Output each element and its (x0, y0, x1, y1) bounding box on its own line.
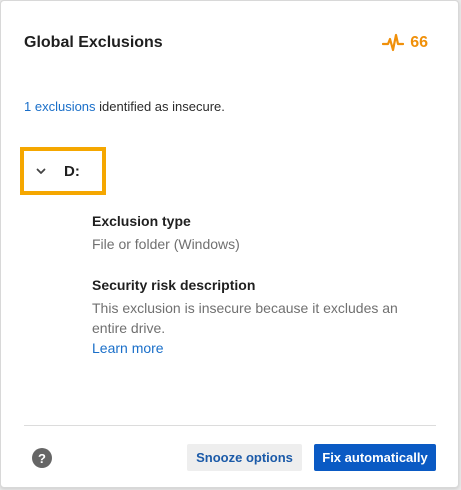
fix-automatically-button[interactable]: Fix automatically (314, 444, 436, 471)
snooze-options-button[interactable]: Snooze options (187, 444, 302, 471)
risk-section: Security risk description This exclusion… (92, 277, 432, 358)
risk-score: 66 (382, 33, 428, 53)
summary-rest: identified as insecure. (95, 99, 225, 114)
exclusions-card: Global Exclusions 66 1 exclusions identi… (0, 0, 459, 488)
risk-description: This exclusion is insecure because it ex… (92, 300, 398, 336)
exclusion-type-label: Exclusion type (92, 213, 191, 229)
score-value: 66 (410, 34, 428, 51)
pulse-icon (382, 33, 405, 53)
question-circle-icon[interactable]: ? (32, 448, 52, 468)
drive-label: D: (64, 162, 80, 180)
drive-toggle[interactable]: D: (20, 147, 106, 195)
exclusion-type-value: File or folder (Windows) (92, 236, 240, 252)
exclusion-type-section: Exclusion type File or folder (Windows) (92, 213, 240, 254)
help-glyph: ? (38, 450, 46, 466)
summary-text: 1 exclusions identified as insecure. (24, 99, 225, 114)
card-title: Global Exclusions (24, 34, 163, 51)
exclusions-count-link[interactable]: 1 exclusions (24, 99, 96, 114)
card-header: Global Exclusions 66 (24, 31, 428, 55)
chevron-down-icon[interactable] (36, 168, 46, 175)
footer-divider (24, 425, 436, 426)
risk-label: Security risk description (92, 277, 256, 293)
learn-more-link[interactable]: Learn more (92, 338, 432, 358)
